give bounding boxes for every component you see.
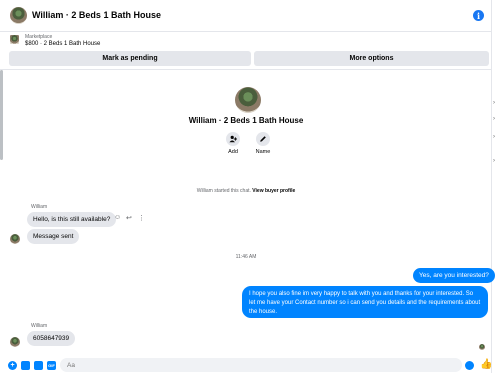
mark-as-pending-button[interactable]: Mark as pending [9,51,251,66]
thumbs-up-icon[interactable]: 👍 [480,359,492,370]
marketplace-label: Marketplace [25,34,53,40]
info-icon[interactable]: i [473,10,484,21]
view-buyer-profile-link[interactable]: View buyer profile [252,188,295,194]
intro-title: William · 2 Beds 1 Bath House [188,116,304,125]
intro-avatar [235,87,261,113]
message-bubble[interactable]: Message sent [27,229,80,244]
chat-started-text: William started this chat. [196,188,251,194]
seen-avatar [479,344,485,350]
sender-avatar[interactable] [10,337,20,347]
emoji-icon[interactable] [465,361,474,370]
listing-title[interactable]: $800 · 2 Beds 1 Bath House [25,41,100,47]
gif-icon[interactable]: GIF [47,361,56,370]
sender-avatar[interactable] [10,234,20,244]
chat-started-notice: William started this chat. View buyer pr… [0,188,492,194]
sender-name: William [31,323,48,329]
add-label: Add [228,149,238,155]
listing-thumbnail[interactable] [10,35,19,44]
edge-glyph: › [493,116,495,122]
edge-glyph: › [493,100,495,106]
chat-title[interactable]: William · 2 Beds 1 Bath House [32,10,161,20]
chat-window: William · 2 Beds 1 Bath House i Marketpl… [0,0,495,373]
message-bubble[interactable]: 6058647939 [27,331,76,346]
message-bubble-outgoing[interactable]: Yes, are you interested? [413,268,495,283]
message-bubble[interactable]: Hello, is this still available? [27,212,117,227]
scrollbar[interactable] [0,70,3,160]
name-label: Name [255,149,271,155]
add-button[interactable]: Add [218,132,248,155]
react-icon[interactable]: ☺ [114,214,121,221]
more-icon[interactable]: ⋮ [138,214,145,222]
plus-icon[interactable]: + [8,361,17,370]
message-input[interactable] [60,358,462,372]
sender-name: William [31,204,48,210]
edge-glyph: › [493,158,495,164]
image-icon[interactable] [21,361,30,370]
message-bubble-outgoing[interactable]: I hope you also fine im very happy to ta… [242,286,488,318]
timestamp: 11:46 AM [235,254,257,260]
header-avatar[interactable] [10,7,27,24]
reply-icon[interactable]: ↩ [126,214,132,222]
pencil-icon [256,132,270,146]
add-person-icon [226,132,240,146]
sticker-icon[interactable] [34,361,43,370]
name-button[interactable]: Name [248,132,278,155]
edge-glyph: › [493,134,495,140]
more-options-button[interactable]: More options [254,51,489,66]
